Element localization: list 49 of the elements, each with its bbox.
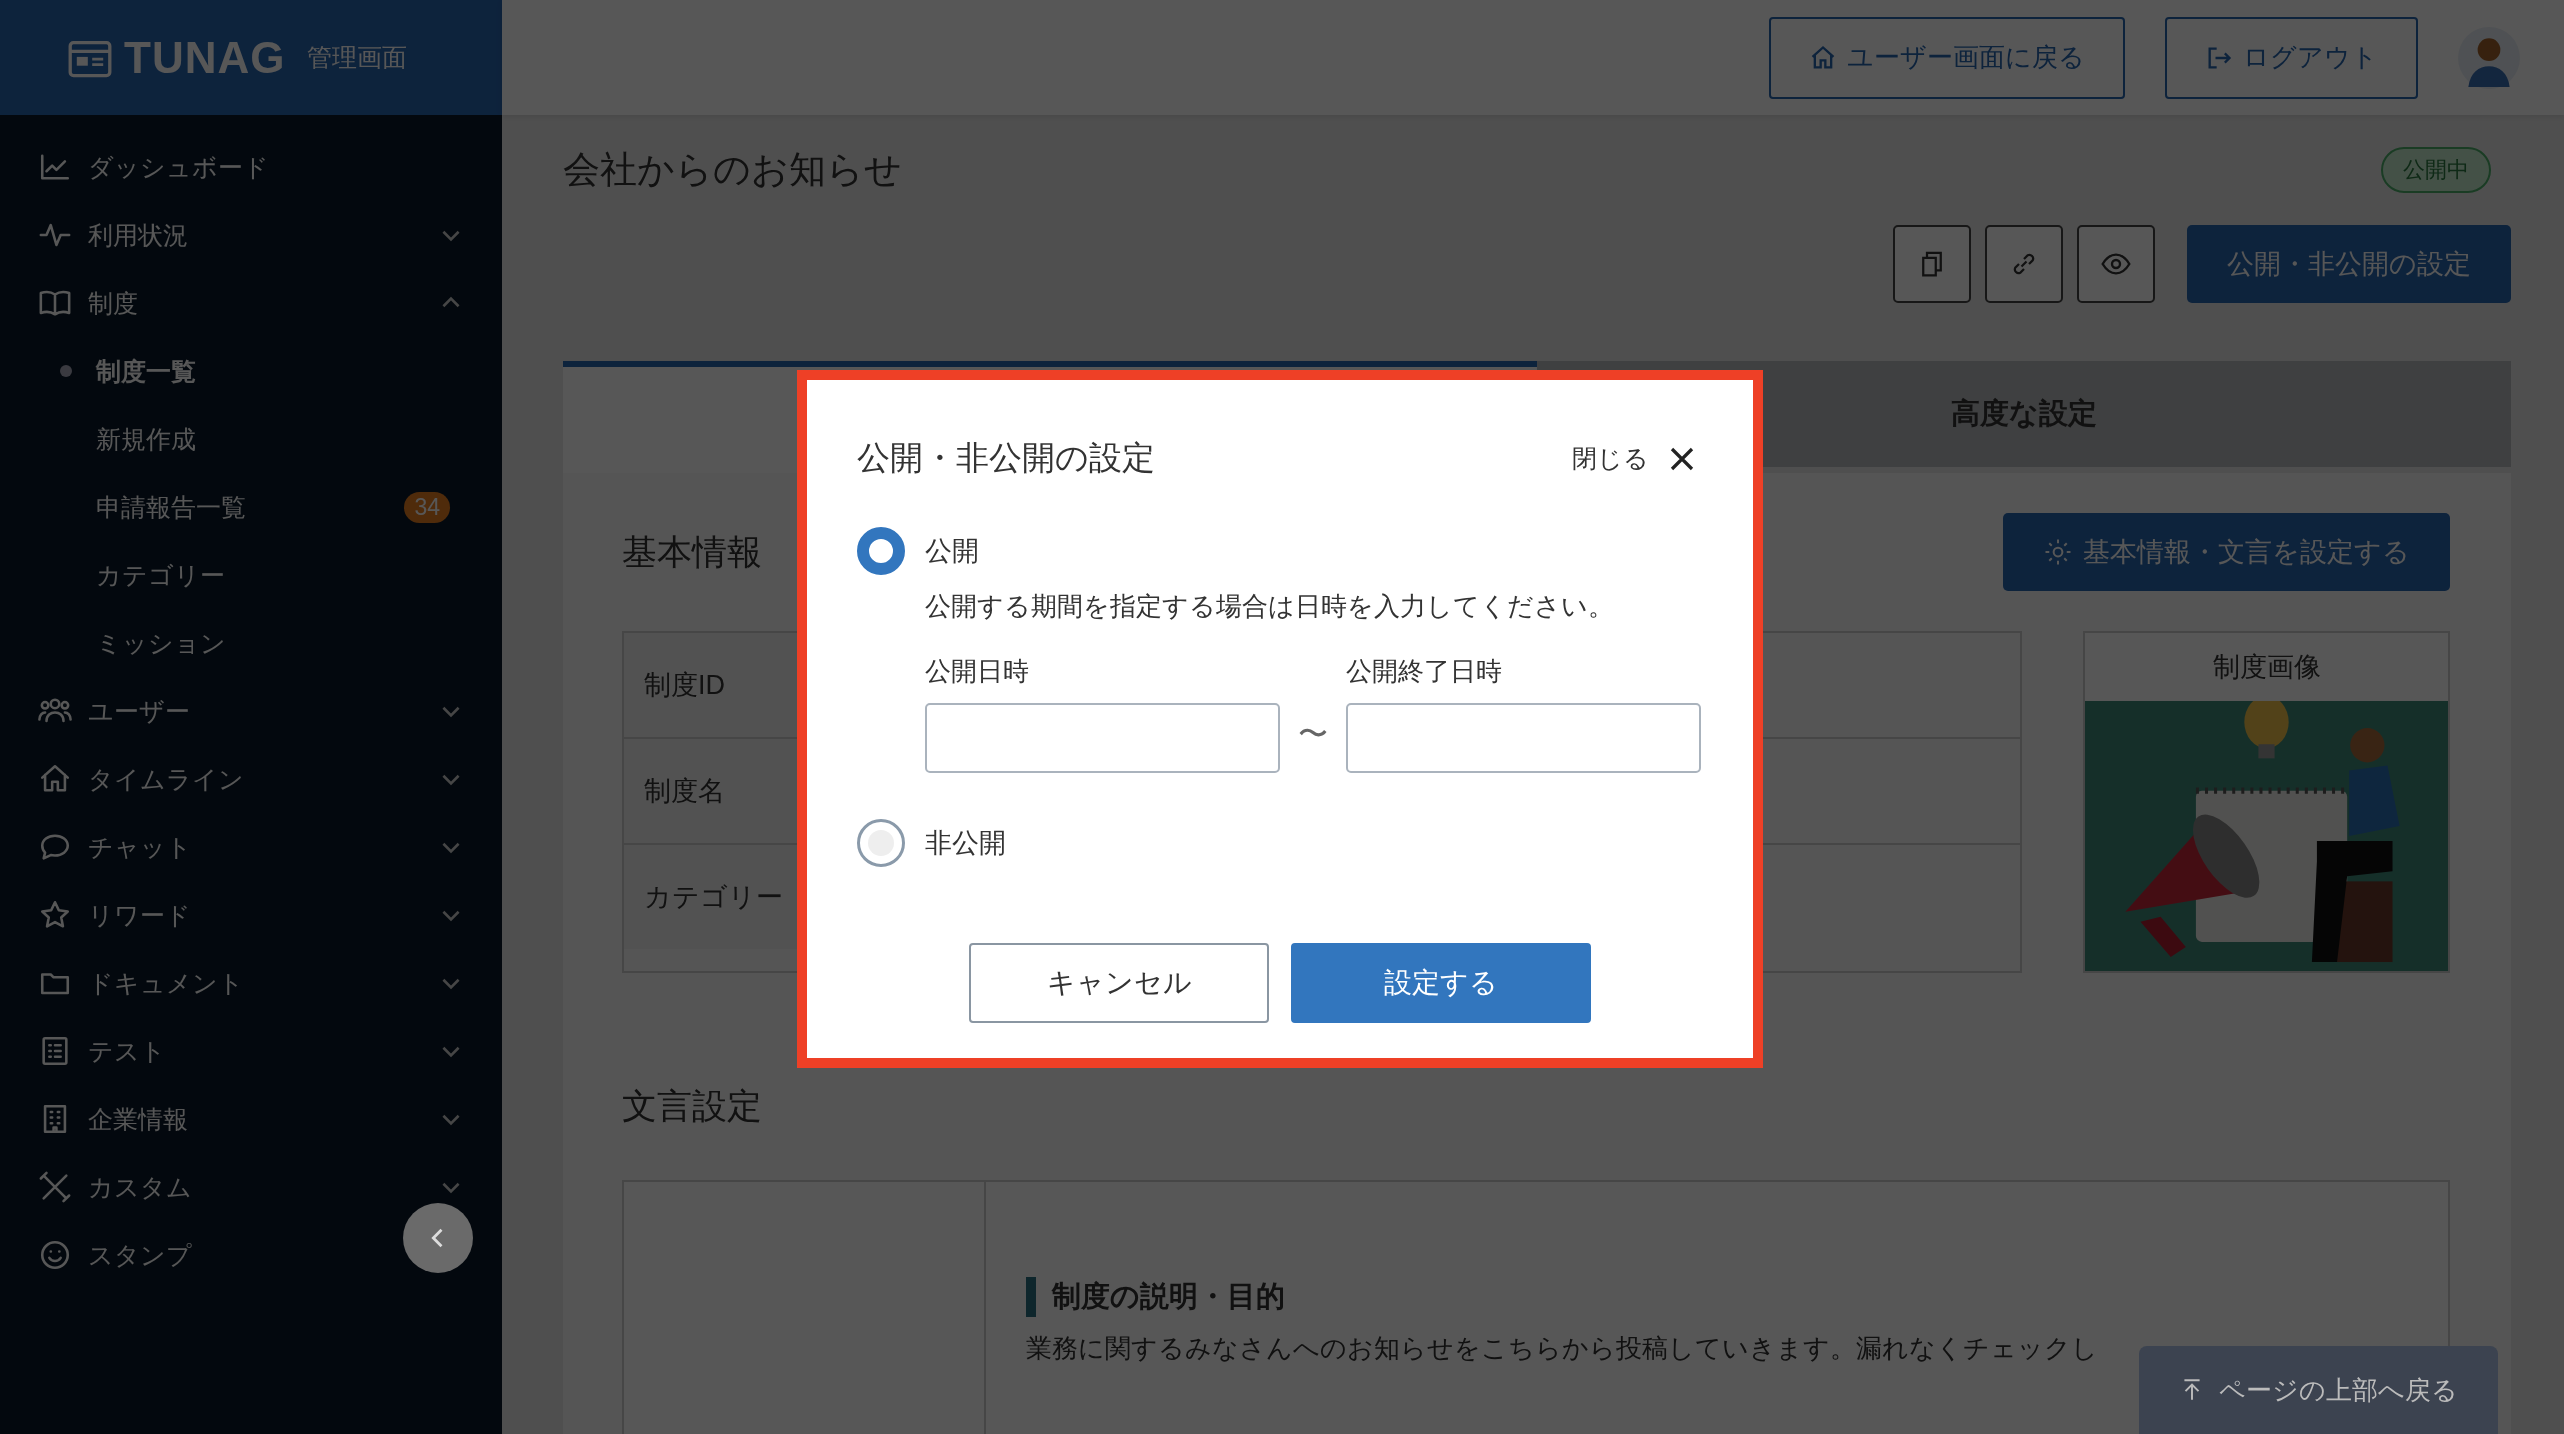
sidebar-subitem[interactable]: 新規作成 (0, 405, 502, 473)
tools-icon (38, 1170, 72, 1204)
smile-icon (38, 1238, 72, 1272)
subsection-heading: 制度の説明・目的 (1026, 1277, 2408, 1317)
cancel-button[interactable]: キャンセル (969, 943, 1269, 1023)
logo-subtitle: 管理画面 (307, 42, 408, 73)
back-to-top-button[interactable]: ページの上部へ戻る (2139, 1346, 2498, 1434)
hint-text: 公開する期間を指定する場合は日時を入力してください。 (925, 590, 1615, 623)
date-field[interactable] (1346, 703, 1701, 773)
radio-button[interactable] (857, 819, 905, 867)
copy-button[interactable] (1893, 225, 1971, 303)
sidebar-item[interactable]: ダッシュボード (0, 133, 502, 201)
radio-label: 非公開 (925, 827, 1006, 860)
sidebar-item[interactable]: リワード (0, 881, 502, 949)
publish-settings-button[interactable]: 公開・非公開の設定 (2187, 225, 2511, 303)
dialog-title: 公開・非公開の設定 (857, 438, 1155, 478)
edit-info-button[interactable]: 基本情報・文言を設定する (2003, 513, 2450, 591)
count-badge: 34 (404, 491, 450, 523)
sidebar-item[interactable]: 企業情報 (0, 1085, 502, 1153)
sidebar-item[interactable]: テスト (0, 1017, 502, 1085)
description-text: 業務に関するみなさんへのお知らせをこちらから投稿していきます。漏れなくチェックし (1026, 1332, 2099, 1365)
sidebar-item[interactable]: 利用状況 (0, 201, 502, 269)
avatar[interactable] (2458, 26, 2520, 89)
sidebar-subitem[interactable]: 申請報告一覧 34 (0, 473, 502, 541)
header-button[interactable]: ログアウト (2165, 16, 2418, 99)
header-button[interactable]: ユーザー画面に戻る (1769, 16, 2125, 99)
sidebar-subitem[interactable]: カテゴリー (0, 541, 502, 609)
sidebar-item[interactable]: ユーザー (0, 677, 502, 745)
radio-label: 公開 (925, 535, 979, 568)
sidebar-subitem[interactable]: 制度一覧 (0, 337, 502, 405)
field-label: 公開終了日時 (1346, 655, 1503, 688)
sidebar-item[interactable]: ドキュメント (0, 949, 502, 1017)
home-icon (1809, 43, 1837, 72)
sidebar-subitem[interactable]: ミッション (0, 609, 502, 677)
range-separator: 〜 (1298, 716, 1328, 752)
page-title: 会社からのお知らせ (563, 148, 902, 192)
sidebar-item[interactable]: 制度 (0, 269, 502, 337)
sidebar-item[interactable]: チャット (0, 813, 502, 881)
section-heading: 基本情報 (622, 530, 762, 573)
field-label: 公開日時 (925, 655, 1030, 688)
image-card-title: 制度画像 (2211, 651, 2322, 684)
sidebar-item[interactable]: タイムライン (0, 745, 502, 813)
link-button[interactable] (1985, 225, 2063, 303)
date-field[interactable] (925, 703, 1280, 773)
logo-text: TUNAG (124, 32, 286, 83)
section-heading: 文言設定 (622, 1085, 763, 1127)
preview-button[interactable] (2077, 225, 2155, 303)
radio-button[interactable] (857, 527, 905, 575)
submit-button[interactable]: 設定する (1291, 943, 1591, 1023)
